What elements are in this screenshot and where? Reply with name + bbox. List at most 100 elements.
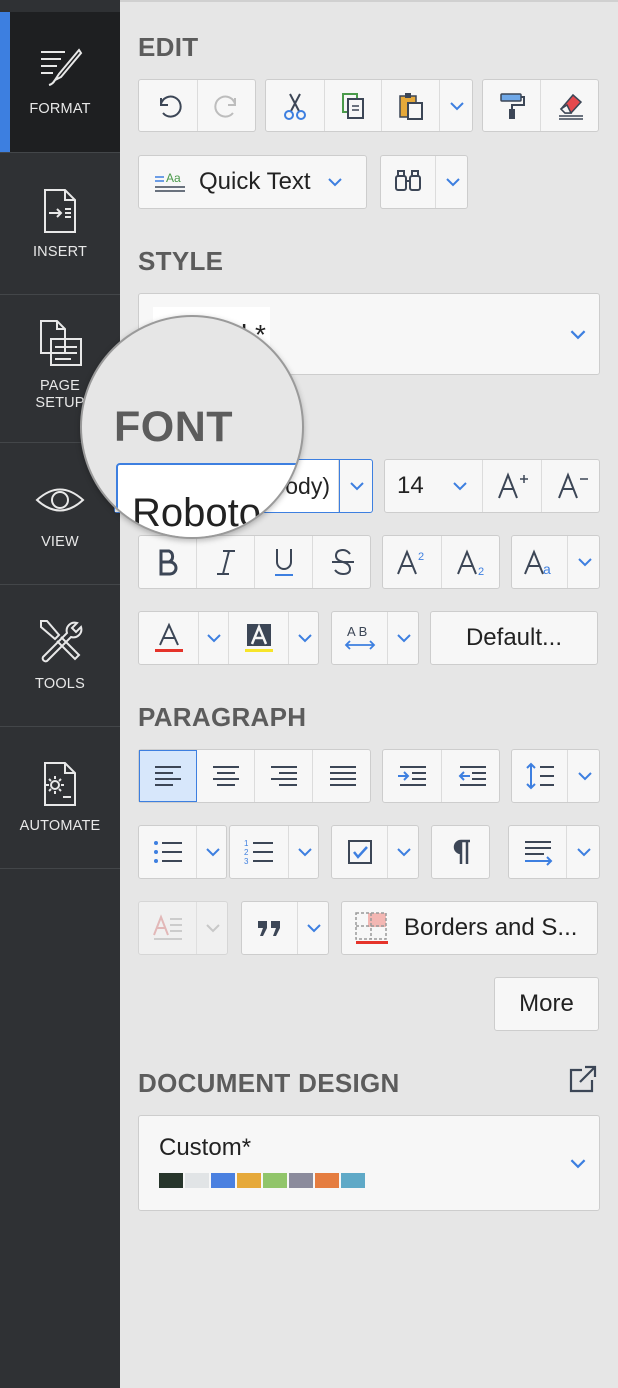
- copy-icon: [342, 92, 364, 119]
- find-options-dropdown[interactable]: [436, 156, 469, 208]
- format-panel: EDIT Aa Quick Text STYLE 14 2 2 a A B De…: [114, 0, 618, 1388]
- sidebar-item-insert[interactable]: INSERT: [0, 153, 120, 295]
- align-center-icon: [212, 766, 239, 786]
- subscript-button[interactable]: 2: [442, 536, 501, 588]
- justify-button[interactable]: [313, 750, 372, 802]
- align-right-button[interactable]: [255, 750, 313, 802]
- scissors-icon: [284, 93, 306, 120]
- sidebar-item-tools[interactable]: TOOLS: [0, 585, 120, 727]
- bullet-list-dropdown[interactable]: [197, 826, 228, 878]
- find-group: [380, 155, 468, 209]
- sidebar-item-label: FORMAT: [29, 101, 91, 117]
- svg-text:2: 2: [244, 848, 249, 857]
- svg-text:2: 2: [478, 566, 484, 577]
- magnified-font-family-value: Roboto (Body): [132, 491, 302, 535]
- align-right-icon: [270, 766, 297, 786]
- color-group: [138, 611, 319, 665]
- theme-color-swatch: [185, 1173, 209, 1188]
- font-family-dropdown[interactable]: [339, 460, 374, 512]
- paste-button[interactable]: [382, 80, 440, 131]
- chevron-down-icon: [445, 178, 460, 187]
- line-spacing-button[interactable]: [512, 750, 568, 802]
- numbered-list-dropdown[interactable]: [289, 826, 320, 878]
- checklist-button[interactable]: [332, 826, 388, 878]
- bold-icon: [159, 549, 177, 576]
- bullet-list-button[interactable]: [139, 826, 197, 878]
- quick-text-cell[interactable]: Aa Quick Text: [139, 156, 368, 208]
- default-font-button[interactable]: Default...: [430, 611, 598, 665]
- quote-button[interactable]: [242, 902, 298, 954]
- sidebar-item-automate[interactable]: AUTOMATE: [0, 727, 120, 869]
- change-case-dropdown[interactable]: [568, 536, 601, 588]
- theme-color-swatch: [263, 1173, 287, 1188]
- align-center-button[interactable]: [197, 750, 255, 802]
- chevron-down-icon: [397, 634, 411, 643]
- decrease-indent-button[interactable]: [442, 750, 501, 802]
- theme-color-swatch: [211, 1173, 235, 1188]
- external-link-icon[interactable]: [568, 1064, 598, 1094]
- decrease-font-size-button[interactable]: [542, 460, 601, 512]
- insert-document-icon: [44, 189, 76, 233]
- chevron-down-icon: [452, 482, 467, 491]
- numbered-list-icon: 123: [244, 839, 273, 866]
- text-flow-icon: [524, 841, 552, 866]
- italic-button[interactable]: [197, 536, 255, 588]
- format-painter-button[interactable]: [483, 80, 541, 131]
- quick-text-dropdown[interactable]: Aa Quick Text: [138, 155, 367, 209]
- copy-button[interactable]: [325, 80, 382, 131]
- find-replace-button[interactable]: [381, 156, 436, 208]
- sidebar-item-format[interactable]: FORMAT: [0, 12, 120, 153]
- text-flow-button[interactable]: [509, 826, 567, 878]
- paste-options-dropdown[interactable]: [440, 80, 474, 131]
- theme-color-swatch: [159, 1173, 183, 1188]
- superscript-button[interactable]: 2: [383, 536, 442, 588]
- show-formatting-marks-button[interactable]: [431, 825, 490, 879]
- document-theme-select[interactable]: Custom*: [138, 1115, 600, 1211]
- font-color-dropdown[interactable]: [199, 612, 229, 664]
- sidebar-item-label: TOOLS: [35, 676, 85, 692]
- indent-increase-icon: [398, 766, 426, 786]
- svg-text:Aa: Aa: [166, 171, 181, 185]
- font-size-select[interactable]: 14: [385, 460, 483, 512]
- text-flow-dropdown[interactable]: [567, 826, 601, 878]
- redo-button[interactable]: [198, 80, 257, 131]
- undo-button[interactable]: [139, 80, 198, 131]
- undo-redo-group: [138, 79, 256, 132]
- chevron-down-icon: [327, 178, 342, 187]
- font-color-button[interactable]: [139, 612, 199, 664]
- underline-button[interactable]: [255, 536, 313, 588]
- highlight-color-icon: [244, 623, 273, 652]
- change-case-button[interactable]: a: [512, 536, 568, 588]
- paragraph-style-button: [139, 902, 197, 954]
- paint-roller-icon: [499, 92, 525, 119]
- alignment-group: [138, 749, 371, 803]
- align-left-button[interactable]: [139, 750, 197, 802]
- checklist-dropdown[interactable]: [388, 826, 420, 878]
- text-flow-group: [508, 825, 600, 879]
- character-spacing-group: A B: [331, 611, 419, 665]
- character-spacing-dropdown[interactable]: [388, 612, 420, 664]
- numbered-list-button[interactable]: 123: [230, 826, 289, 878]
- cut-button[interactable]: [266, 80, 325, 131]
- default-font-label: Default...: [465, 624, 563, 651]
- bold-button[interactable]: [139, 536, 197, 588]
- more-paragraph-options-button[interactable]: More: [494, 977, 599, 1031]
- highlight-color-button[interactable]: [229, 612, 289, 664]
- line-spacing-dropdown[interactable]: [568, 750, 601, 802]
- borders-and-shading-label: Borders and S...: [404, 914, 578, 941]
- quote-dropdown[interactable]: [298, 902, 330, 954]
- increase-indent-button[interactable]: [383, 750, 442, 802]
- clear-formatting-button[interactable]: [541, 80, 600, 131]
- strikethrough-button[interactable]: [313, 536, 372, 588]
- borders-and-shading-button[interactable]: Borders and S...: [341, 901, 598, 955]
- sidebar: FORMAT INSERT PAGE SETUP VIEW TOOLS AUTO…: [0, 0, 120, 1388]
- theme-color-swatch: [237, 1173, 261, 1188]
- highlight-color-dropdown[interactable]: [289, 612, 320, 664]
- align-left-icon: [154, 766, 181, 786]
- indent-decrease-icon: [458, 766, 486, 786]
- increase-font-size-button[interactable]: [483, 460, 542, 512]
- quote-icon: [257, 921, 280, 936]
- section-title-document-design: DOCUMENT DESIGN: [138, 1068, 400, 1098]
- character-spacing-button[interactable]: A B: [332, 612, 388, 664]
- checkbox-icon: [347, 840, 372, 864]
